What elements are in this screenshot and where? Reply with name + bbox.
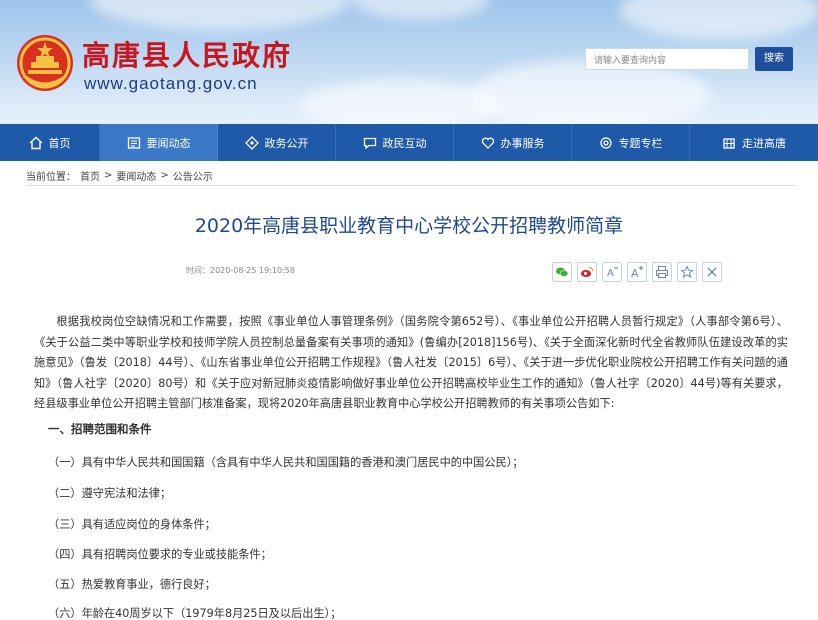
nav-label: 要闻动态 bbox=[146, 136, 191, 150]
weibo-icon bbox=[581, 266, 594, 277]
section-heading: 一、招聘范围和条件 bbox=[48, 422, 152, 436]
condition-item: （六）年龄在40周岁以下（1979年8月25日及以后出生）； bbox=[48, 607, 342, 620]
nav-label: 走进高唐 bbox=[742, 136, 786, 150]
svg-text:A: A bbox=[607, 268, 614, 279]
building-icon bbox=[723, 137, 735, 149]
font-increase-button[interactable]: A bbox=[627, 262, 647, 282]
gov-open-icon bbox=[244, 135, 259, 150]
site-url: www.gaotang.gov.cn bbox=[84, 74, 258, 93]
share-wechat-button[interactable] bbox=[552, 262, 572, 282]
article-intro-paragraph: 根据我校岗位空缺情况和工作需要，按照《事业单位人事管理条例》（国务院令第652号… bbox=[34, 315, 788, 410]
breadcrumb-separator: > bbox=[104, 170, 113, 181]
wechat-icon bbox=[556, 267, 569, 277]
gear-topic-icon bbox=[599, 136, 612, 149]
breadcrumb-news-link[interactable]: 要闻动态 bbox=[116, 168, 156, 183]
close-button[interactable] bbox=[702, 262, 722, 282]
nav-item-about[interactable]: 走进高唐 bbox=[690, 124, 818, 161]
star-icon bbox=[680, 265, 694, 279]
nav-label: 政务公开 bbox=[264, 136, 309, 150]
condition-item: （五）热爱教育事业，德行良好； bbox=[48, 578, 216, 591]
font-smaller-icon: A bbox=[607, 267, 618, 279]
search-input[interactable]: 请输入要查询内容 bbox=[585, 48, 749, 70]
breadcrumb: 当前位置： 首页 > 要闻动态 > 公告公示 bbox=[26, 166, 796, 186]
nav-label: 专题专栏 bbox=[618, 136, 663, 150]
nav-item-news[interactable]: 要闻动态 bbox=[100, 124, 218, 161]
close-icon bbox=[707, 267, 717, 277]
nav-label: 政民互动 bbox=[382, 136, 427, 150]
condition-item: （一）具有中华人民共和国国籍（含具有中华人民共和国国籍的香港和澳门居民中的中国公… bbox=[48, 456, 524, 469]
font-decrease-button[interactable]: A bbox=[602, 262, 622, 282]
nav-label: 办事服务 bbox=[500, 136, 545, 150]
condition-item: （二）遵守宪法和法律； bbox=[48, 487, 172, 500]
home-icon bbox=[29, 136, 42, 149]
breadcrumb-prefix: 当前位置： bbox=[26, 172, 76, 183]
breadcrumb-notice-link[interactable]: 公告公示 bbox=[173, 168, 213, 183]
nav-item-topics[interactable]: 专题专栏 bbox=[572, 124, 690, 161]
nav-item-interaction[interactable]: 政民互动 bbox=[336, 124, 454, 161]
nav-item-gov-open[interactable]: 政务公开 bbox=[218, 124, 336, 161]
share-weibo-button[interactable] bbox=[577, 262, 597, 282]
nav-label: 首页 bbox=[48, 136, 71, 150]
condition-item: （四）具有招聘岗位要求的专业或技能条件； bbox=[48, 548, 272, 561]
svg-text:A: A bbox=[631, 267, 639, 279]
font-larger-icon: A bbox=[631, 266, 643, 279]
share-toolbar: A A bbox=[552, 262, 722, 282]
breadcrumb-home-link[interactable]: 首页 bbox=[80, 168, 100, 183]
article-title: 2020年高唐县职业教育中心学校公开招聘教师简章 bbox=[194, 215, 624, 237]
print-icon bbox=[656, 266, 668, 278]
search-button[interactable]: 搜索 bbox=[755, 47, 793, 71]
breadcrumb-separator: > bbox=[160, 170, 169, 181]
site-header: 高唐县人民政府 www.gaotang.gov.cn 请输入要查询内容 搜索 bbox=[0, 0, 818, 124]
condition-item: （三）具有适应岗位的身体条件； bbox=[48, 518, 216, 531]
nav-item-home[interactable]: 首页 bbox=[0, 124, 100, 161]
site-name: 高唐县人民政府 bbox=[82, 39, 293, 72]
publish-time: 时间：2020-08-25 19:10:58 bbox=[186, 266, 295, 275]
chat-icon bbox=[363, 137, 376, 149]
main-nav: 首页 要闻动态 政务公开 政民互动 办事服务 专题专栏 走进高唐 bbox=[0, 124, 818, 161]
print-button[interactable] bbox=[652, 262, 672, 282]
national-emblem-icon bbox=[17, 35, 73, 91]
news-icon bbox=[127, 136, 140, 149]
heart-service-icon bbox=[481, 137, 494, 149]
favorite-button[interactable] bbox=[677, 262, 697, 282]
nav-item-services[interactable]: 办事服务 bbox=[454, 124, 572, 161]
